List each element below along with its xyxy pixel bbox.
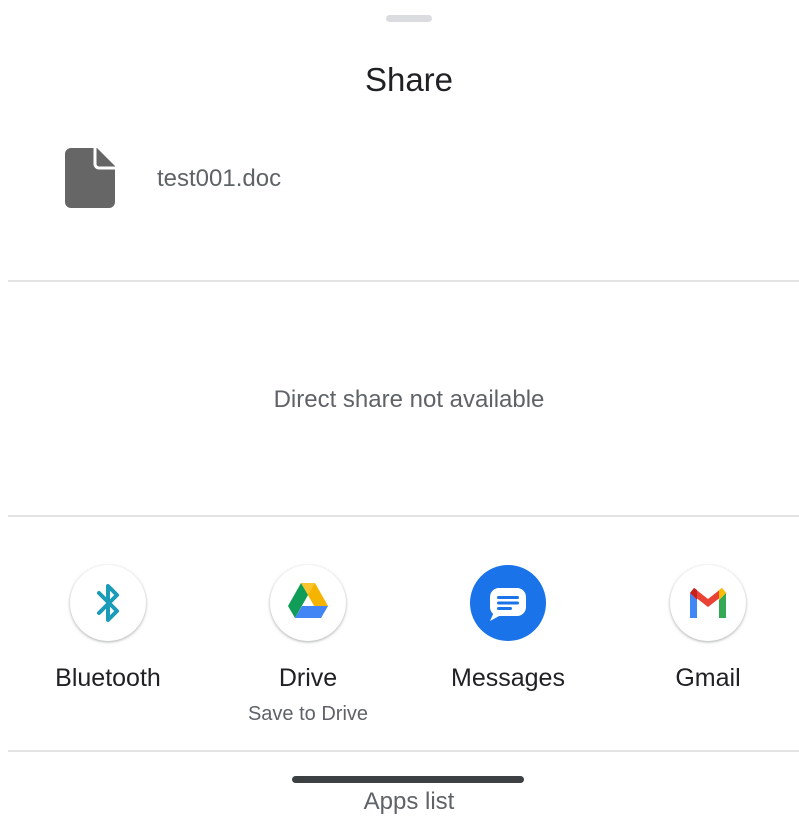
- share-target-drive[interactable]: Drive Save to Drive: [208, 560, 408, 735]
- share-target-label: Bluetooth: [55, 664, 161, 692]
- direct-share-message: Direct share not available: [273, 386, 545, 413]
- divider: [8, 515, 799, 517]
- share-sheet: Share test001.doc Direct share not avail…: [0, 0, 799, 817]
- file-name: test001.doc: [157, 165, 282, 192]
- share-target-bluetooth[interactable]: Bluetooth: [8, 560, 208, 735]
- shared-file-row: test001.doc: [0, 140, 799, 220]
- google-drive-icon: [270, 565, 346, 641]
- drag-handle[interactable]: [386, 15, 432, 22]
- bluetooth-icon: [70, 565, 146, 641]
- share-target-label: Drive: [278, 664, 338, 692]
- sheet-title: Share: [364, 61, 454, 98]
- share-targets: Bluetooth Drive Save to Drive Messages G…: [0, 560, 799, 740]
- messages-icon: [470, 565, 546, 641]
- share-target-gmail[interactable]: Gmail: [608, 560, 799, 735]
- share-target-label: Messages: [451, 664, 565, 692]
- share-target-sublabel: Save to Drive: [247, 703, 369, 725]
- divider: [8, 750, 799, 752]
- document-icon: [65, 148, 115, 208]
- share-target-messages[interactable]: Messages: [408, 560, 608, 735]
- navigation-handle[interactable]: [292, 776, 524, 783]
- divider: [8, 280, 799, 282]
- gmail-icon: [670, 565, 746, 641]
- share-target-label: Gmail: [675, 664, 741, 692]
- apps-list-button[interactable]: Apps list: [0, 786, 799, 818]
